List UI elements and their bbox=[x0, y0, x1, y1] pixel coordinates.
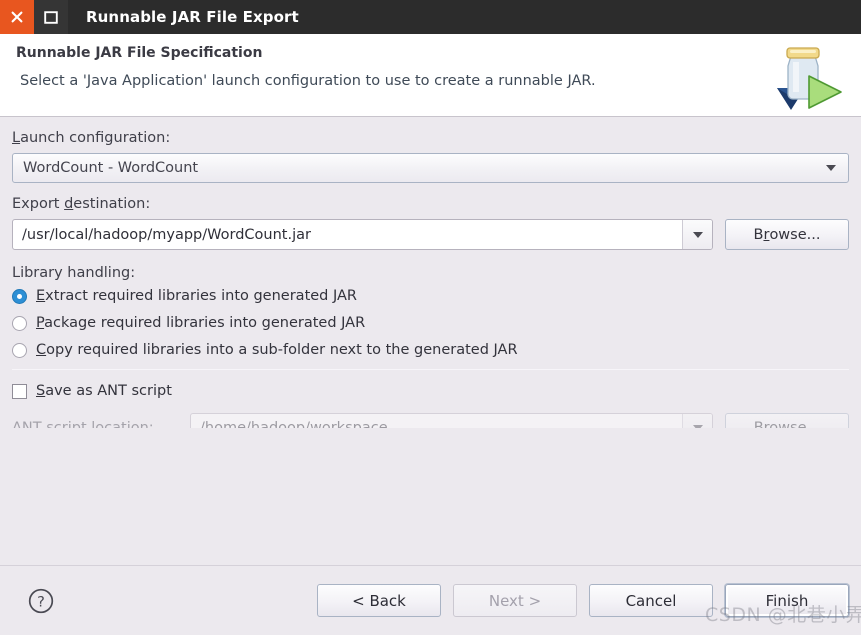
ant-script-location-label: ANT script location: bbox=[12, 420, 154, 428]
checkbox-save-as-ant-script-text: ave as ANT script bbox=[45, 383, 172, 399]
browse-label-post: owse... bbox=[769, 226, 821, 243]
next-button: Next > bbox=[453, 584, 577, 617]
radio-extract-libraries-text: xtract required libraries into generated… bbox=[45, 288, 357, 304]
library-handling-label: Library handling: bbox=[12, 265, 136, 281]
window-title: Runnable JAR File Export bbox=[86, 8, 299, 26]
export-destination-row: /usr/local/hadoop/myapp/WordCount.jar Br… bbox=[12, 219, 849, 250]
browse-ant-script-button[interactable]: Browse... bbox=[725, 412, 849, 428]
browse-label-pre: B bbox=[753, 226, 764, 243]
ant-script-location-value: /home/hadoop/workspace bbox=[200, 420, 388, 428]
launch-configuration-value: WordCount - WordCount bbox=[23, 160, 199, 176]
chevron-down-icon bbox=[692, 231, 703, 238]
runnable-jar-export-dialog: Runnable JAR File Export Runnable JAR Fi… bbox=[0, 0, 861, 635]
wizard-content: Launch configuration: WordCount - WordCo… bbox=[0, 117, 861, 565]
export-destination-label-mnemonic: d bbox=[64, 196, 74, 212]
export-destination-dropdown-button[interactable] bbox=[682, 220, 712, 249]
close-icon[interactable] bbox=[0, 0, 34, 34]
chevron-down-icon[interactable] bbox=[826, 165, 836, 171]
maximize-icon[interactable] bbox=[34, 0, 68, 34]
jar-export-icon bbox=[777, 47, 842, 110]
checkbox-save-as-ant-script-mnemonic: S bbox=[36, 383, 46, 399]
radio-package-libraries[interactable]: Package required libraries into generate… bbox=[12, 315, 849, 331]
ant-script-location-row-clipped: ANT script location: /home/hadoop/worksp… bbox=[12, 411, 849, 428]
page-title: Runnable JAR File Specification bbox=[16, 45, 263, 61]
radio-package-libraries-label: Package required libraries into generate… bbox=[36, 315, 365, 331]
launch-configuration-combo[interactable]: WordCount - WordCount bbox=[12, 153, 849, 183]
radio-copy-libraries-indicator[interactable] bbox=[12, 342, 27, 358]
ant-script-location-field[interactable]: /home/hadoop/workspace bbox=[190, 412, 713, 428]
radio-extract-libraries[interactable]: Extract required libraries into generate… bbox=[12, 288, 849, 304]
svg-text:?: ? bbox=[37, 594, 45, 610]
launch-configuration-label-text: aunch configuration: bbox=[20, 130, 171, 146]
title-bar: Runnable JAR File Export bbox=[0, 0, 861, 34]
radio-extract-libraries-label: Extract required libraries into generate… bbox=[36, 288, 357, 304]
finish-button[interactable]: Finish bbox=[725, 584, 849, 617]
wizard-header: Runnable JAR File Specification Select a… bbox=[0, 34, 861, 117]
export-destination-label: Export destination: bbox=[12, 196, 849, 212]
checkbox-save-as-ant-script-label: Save as ANT script bbox=[36, 383, 172, 399]
footer-button-group: < Back Next > Cancel Finish bbox=[317, 584, 849, 617]
ant-script-location-dropdown-button[interactable] bbox=[682, 413, 712, 428]
cancel-button[interactable]: Cancel bbox=[589, 584, 713, 617]
radio-package-libraries-text: ackage required libraries into generated… bbox=[44, 315, 366, 331]
browse-destination-button[interactable]: Br owse... bbox=[725, 219, 849, 250]
export-destination-value[interactable]: /usr/local/hadoop/myapp/WordCount.jar bbox=[13, 227, 682, 243]
radio-package-libraries-indicator[interactable] bbox=[12, 315, 27, 331]
export-destination-label-text: estination: bbox=[73, 196, 151, 212]
help-icon[interactable]: ? bbox=[28, 588, 54, 614]
radio-copy-libraries-label: Copy required libraries into a sub-folde… bbox=[36, 342, 518, 358]
radio-extract-libraries-indicator[interactable] bbox=[12, 288, 27, 304]
radio-copy-libraries-mnemonic: C bbox=[36, 342, 47, 358]
radio-copy-libraries-text: opy required libraries into a sub-folder… bbox=[46, 342, 518, 358]
radio-extract-libraries-mnemonic: E bbox=[36, 288, 46, 304]
export-destination-field[interactable]: /usr/local/hadoop/myapp/WordCount.jar bbox=[12, 219, 713, 250]
back-button[interactable]: < Back bbox=[317, 584, 441, 617]
radio-package-libraries-mnemonic: P bbox=[36, 315, 45, 331]
export-destination-label-pre: Export bbox=[12, 196, 65, 212]
launch-configuration-label-mnemonic: L bbox=[12, 130, 21, 146]
checkbox-save-as-ant-script-indicator[interactable] bbox=[12, 383, 27, 399]
page-description: Select a 'Java Application' launch confi… bbox=[20, 73, 596, 89]
window-controls bbox=[0, 0, 68, 34]
dialog-footer: ? < Back Next > Cancel Finish bbox=[0, 565, 861, 635]
chevron-down-icon bbox=[692, 425, 703, 428]
radio-copy-libraries[interactable]: Copy required libraries into a sub-folde… bbox=[12, 342, 849, 358]
checkbox-save-as-ant-script[interactable]: Save as ANT script bbox=[12, 383, 849, 399]
launch-configuration-label: Launch configuration: bbox=[12, 130, 849, 146]
section-divider bbox=[12, 369, 849, 370]
